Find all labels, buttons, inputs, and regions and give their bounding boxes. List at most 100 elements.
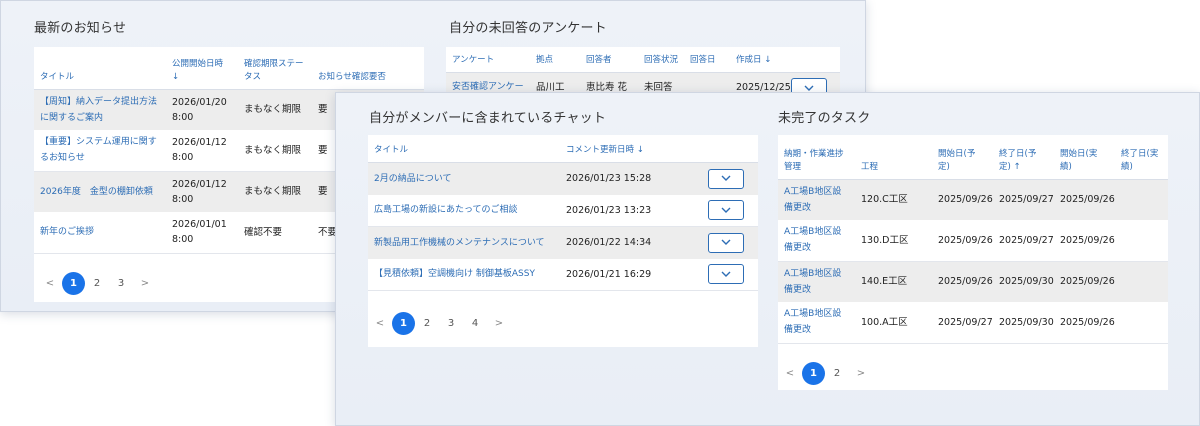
chat-updated: 2026/01/23 15:28 bbox=[560, 162, 702, 195]
chevron-down-icon bbox=[721, 271, 731, 277]
task-start-plan: 2025/09/26 bbox=[932, 261, 993, 302]
prev-page-button[interactable]: < bbox=[778, 361, 802, 385]
task-end-plan: 2025/09/27 bbox=[993, 179, 1054, 220]
prev-page-button[interactable]: < bbox=[38, 271, 62, 295]
task-name-link[interactable]: A工場B地区設備更改 bbox=[784, 309, 841, 335]
task-name-link[interactable]: A工場B地区設備更改 bbox=[784, 187, 841, 213]
table-row[interactable]: 2月の納品について 2026/01/23 15:28 bbox=[368, 162, 758, 195]
news-title-link[interactable]: 【重要】システム運用に関するお知らせ bbox=[40, 137, 157, 163]
chat-card: タイトル コメント更新日時 ↓ 2月の納品について 2026/01/23 15:… bbox=[368, 135, 758, 347]
news-title-link[interactable]: 新年のご挨拶 bbox=[40, 227, 94, 237]
chat-updated: 2026/01/21 16:29 bbox=[560, 259, 702, 291]
task-end-actual bbox=[1115, 261, 1168, 302]
task-end-actual bbox=[1115, 179, 1168, 220]
tasks-pagination: < 1 2 > bbox=[778, 361, 873, 385]
task-step: 130.D工区 bbox=[855, 220, 932, 262]
chat-title-link[interactable]: 【見積依頼】空調機向け 制御基板ASSY bbox=[374, 269, 535, 279]
chat-title-link[interactable]: 2月の納品について bbox=[374, 174, 451, 184]
chat-expand-button[interactable] bbox=[708, 232, 744, 253]
news-status: 確認不要 bbox=[238, 212, 312, 254]
news-date: 2026/01/12 bbox=[172, 137, 227, 149]
tasks-table: 納期・作業進捗管理 工程 開始日(予定) 終了日(予定) ↑ 開始日(実績) 終… bbox=[778, 135, 1168, 344]
survey-header-person[interactable]: 回答者 bbox=[580, 47, 638, 73]
chat-table: タイトル コメント更新日時 ↓ 2月の納品について 2026/01/23 15:… bbox=[368, 135, 758, 291]
page-1-button[interactable]: 1 bbox=[802, 361, 825, 385]
news-status: まもなく期限 bbox=[238, 89, 312, 130]
news-title-link[interactable]: 2026年度 金型の棚卸依頼 bbox=[40, 187, 153, 197]
page-2-button[interactable]: 2 bbox=[415, 311, 439, 335]
table-row[interactable]: 新製品用工作機械のメンテナンスについて 2026/01/22 14:34 bbox=[368, 226, 758, 259]
table-row[interactable]: A工場B地区設備更改 140.E工区 2025/09/26 2025/09/30… bbox=[778, 261, 1168, 302]
news-date: 2026/01/12 bbox=[172, 178, 227, 190]
page-2-button[interactable]: 2 bbox=[85, 271, 109, 295]
chat-header-updated[interactable]: コメント更新日時 ↓ bbox=[560, 135, 702, 163]
news-header-date[interactable]: 公開開始日時 ↓ bbox=[166, 47, 238, 90]
prev-page-button[interactable]: < bbox=[368, 311, 392, 335]
news-pagination: < 1 2 3 > bbox=[38, 271, 157, 295]
next-page-button[interactable]: > bbox=[487, 311, 511, 335]
front-dashboard-panel: 自分がメンバーに含まれているチャット タイトル コメント更新日時 ↓ 2月の納品… bbox=[335, 92, 1200, 426]
next-page-button[interactable]: > bbox=[849, 361, 873, 385]
tasks-header-start-plan[interactable]: 開始日(予定) bbox=[932, 135, 993, 180]
task-end-actual bbox=[1115, 302, 1168, 344]
table-row[interactable]: 広島工場の新設にあたってのご相談 2026/01/23 13:23 bbox=[368, 195, 758, 227]
survey-header-created[interactable]: 作成日 ↓ bbox=[730, 47, 840, 73]
news-time: 8:00 bbox=[172, 234, 194, 246]
news-section-title: 最新のお知らせ bbox=[34, 21, 127, 36]
task-end-plan: 2025/09/27 bbox=[993, 220, 1054, 262]
chat-expand-button[interactable] bbox=[708, 200, 744, 221]
table-row[interactable]: 【見積依頼】空調機向け 制御基板ASSY 2026/01/21 16:29 bbox=[368, 259, 758, 291]
task-end-plan: 2025/09/30 bbox=[993, 261, 1054, 302]
survey-header-name[interactable]: アンケート bbox=[446, 47, 530, 73]
page-3-button[interactable]: 3 bbox=[439, 311, 463, 335]
chat-section-title: 自分がメンバーに含まれているチャット bbox=[369, 111, 607, 126]
table-row[interactable]: A工場B地区設備更改 100.A工区 2025/09/27 2025/09/30… bbox=[778, 302, 1168, 344]
page-1-button[interactable]: 1 bbox=[392, 311, 415, 335]
task-step: 120.C工区 bbox=[855, 179, 932, 220]
page-2-button[interactable]: 2 bbox=[825, 361, 849, 385]
tasks-section-title: 未完了のタスク bbox=[778, 111, 871, 126]
news-header-status[interactable]: 確認期限ステータス bbox=[238, 47, 312, 90]
tasks-card: 納期・作業進捗管理 工程 開始日(予定) 終了日(予定) ↑ 開始日(実績) 終… bbox=[778, 135, 1168, 390]
task-step: 140.E工区 bbox=[855, 261, 932, 302]
news-status: まもなく期限 bbox=[238, 171, 312, 212]
chat-expand-button[interactable] bbox=[708, 168, 744, 189]
chevron-down-icon bbox=[721, 239, 731, 246]
task-name-link[interactable]: A工場B地区設備更改 bbox=[784, 227, 841, 253]
task-end-actual bbox=[1115, 220, 1168, 262]
chat-updated: 2026/01/22 14:34 bbox=[560, 226, 702, 259]
task-step: 100.A工区 bbox=[855, 302, 932, 344]
news-date: 2026/01/20 bbox=[172, 96, 227, 108]
table-row[interactable]: A工場B地区設備更改 120.C工区 2025/09/26 2025/09/27… bbox=[778, 179, 1168, 220]
tasks-header-start-actual[interactable]: 開始日(実績) bbox=[1054, 135, 1115, 180]
tasks-header-end-actual[interactable]: 終了日(実績) bbox=[1115, 135, 1168, 180]
news-time: 8:00 bbox=[172, 193, 194, 205]
task-start-actual: 2025/09/26 bbox=[1054, 302, 1115, 344]
task-end-plan: 2025/09/30 bbox=[993, 302, 1054, 344]
chevron-down-icon bbox=[804, 85, 814, 91]
task-name-link[interactable]: A工場B地区設備更改 bbox=[784, 269, 841, 295]
survey-header-status[interactable]: 回答状況 bbox=[638, 47, 684, 73]
page-4-button[interactable]: 4 bbox=[463, 311, 487, 335]
news-title-link[interactable]: 【周知】納入データ提出方法に関するご案内 bbox=[40, 97, 157, 123]
news-header-required[interactable]: お知らせ確認要否 bbox=[312, 47, 424, 90]
table-row[interactable]: A工場B地区設備更改 130.D工区 2025/09/26 2025/09/27… bbox=[778, 220, 1168, 262]
page-1-button[interactable]: 1 bbox=[62, 271, 85, 295]
chat-header-title[interactable]: タイトル bbox=[368, 135, 560, 163]
survey-name-link[interactable]: 安否確認アンケー bbox=[452, 82, 524, 92]
tasks-header-step[interactable]: 工程 bbox=[855, 135, 932, 180]
page-3-button[interactable]: 3 bbox=[109, 271, 133, 295]
survey-header-site[interactable]: 拠点 bbox=[530, 47, 580, 73]
chat-title-link[interactable]: 新製品用工作機械のメンテナンスについて bbox=[374, 238, 545, 248]
chat-title-link[interactable]: 広島工場の新設にあたってのご相談 bbox=[374, 205, 518, 215]
news-header-title[interactable]: タイトル bbox=[34, 47, 166, 90]
chat-header-action bbox=[702, 135, 758, 163]
task-start-actual: 2025/09/26 bbox=[1054, 261, 1115, 302]
survey-header-answered[interactable]: 回答日 bbox=[684, 47, 730, 73]
next-page-button[interactable]: > bbox=[133, 271, 157, 295]
tasks-header-end-plan[interactable]: 終了日(予定) ↑ bbox=[993, 135, 1054, 180]
task-start-actual: 2025/09/26 bbox=[1054, 179, 1115, 220]
chat-pagination: < 1 2 3 4 > bbox=[368, 311, 511, 335]
chat-expand-button[interactable] bbox=[708, 264, 744, 285]
tasks-header-name[interactable]: 納期・作業進捗管理 bbox=[778, 135, 855, 180]
